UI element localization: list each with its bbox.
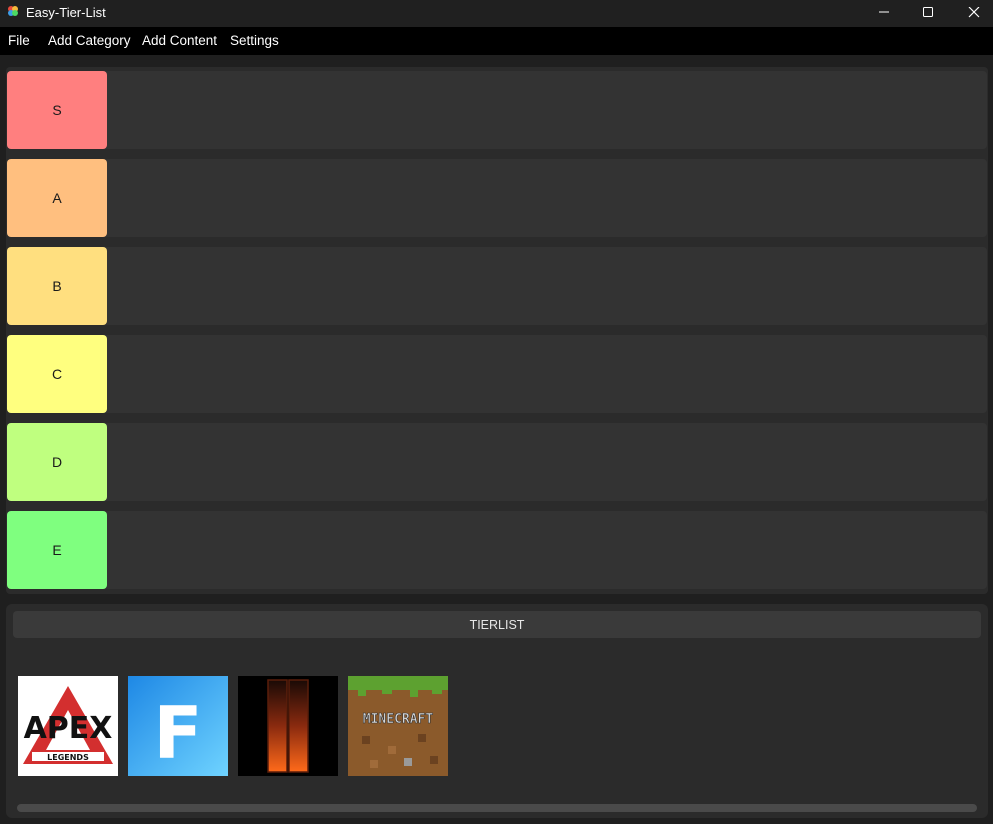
minimize-icon [879,11,889,13]
minecraft-logo-text: MINECRAFT [363,712,434,727]
tier-label-b[interactable]: B [7,247,107,325]
content-pool: TIERLIST APEX LEGENDS F MINECRAFT [6,604,988,818]
tier-row-c[interactable]: C [7,335,987,413]
close-button[interactable] [951,0,993,27]
content-item-minecraft[interactable]: MINECRAFT [348,676,448,776]
menu-bar: File Add Category Add Content Settings [0,27,993,55]
apex-logo-subtext: LEGENDS [47,753,89,762]
menu-add-content[interactable]: Add Content [142,33,217,48]
tierlist-header-button[interactable]: TIERLIST [13,611,981,638]
apex-legends-logo: APEX LEGENDS [18,676,118,776]
apex-logo-text: APEX [24,711,113,746]
tier-label-d[interactable]: D [7,423,107,501]
menu-file[interactable]: File [8,33,30,48]
tier-row-s[interactable]: S [7,71,987,149]
tier-row-a[interactable]: A [7,159,987,237]
minimize-button[interactable] [861,0,907,27]
tier-label-s[interactable]: S [7,71,107,149]
black-ops-logo [238,676,338,776]
tier-label-c[interactable]: C [7,335,107,413]
tier-row-b[interactable]: B [7,247,987,325]
fortnite-logo-text: F [153,691,202,775]
close-icon [968,7,980,18]
window-title: Easy-Tier-List [26,5,106,20]
tier-row-d[interactable]: D [7,423,987,501]
fortnite-logo: F [128,676,228,776]
tier-list: S A B C D E [6,67,988,594]
tier-row-e[interactable]: E [7,511,987,589]
app-icon [8,6,18,16]
content-item-fortnite[interactable]: F [128,676,228,776]
tier-label-a[interactable]: A [7,159,107,237]
title-bar: Easy-Tier-List [0,0,993,27]
maximize-button[interactable] [905,0,951,27]
menu-add-category[interactable]: Add Category [48,33,131,48]
minecraft-logo: MINECRAFT [348,676,448,776]
tier-label-e[interactable]: E [7,511,107,589]
maximize-icon [923,7,933,17]
content-item-apex-legends[interactable]: APEX LEGENDS [18,676,118,776]
menu-settings[interactable]: Settings [230,33,279,48]
content-item-black-ops[interactable] [238,676,338,776]
horizontal-scrollbar[interactable] [17,804,977,812]
